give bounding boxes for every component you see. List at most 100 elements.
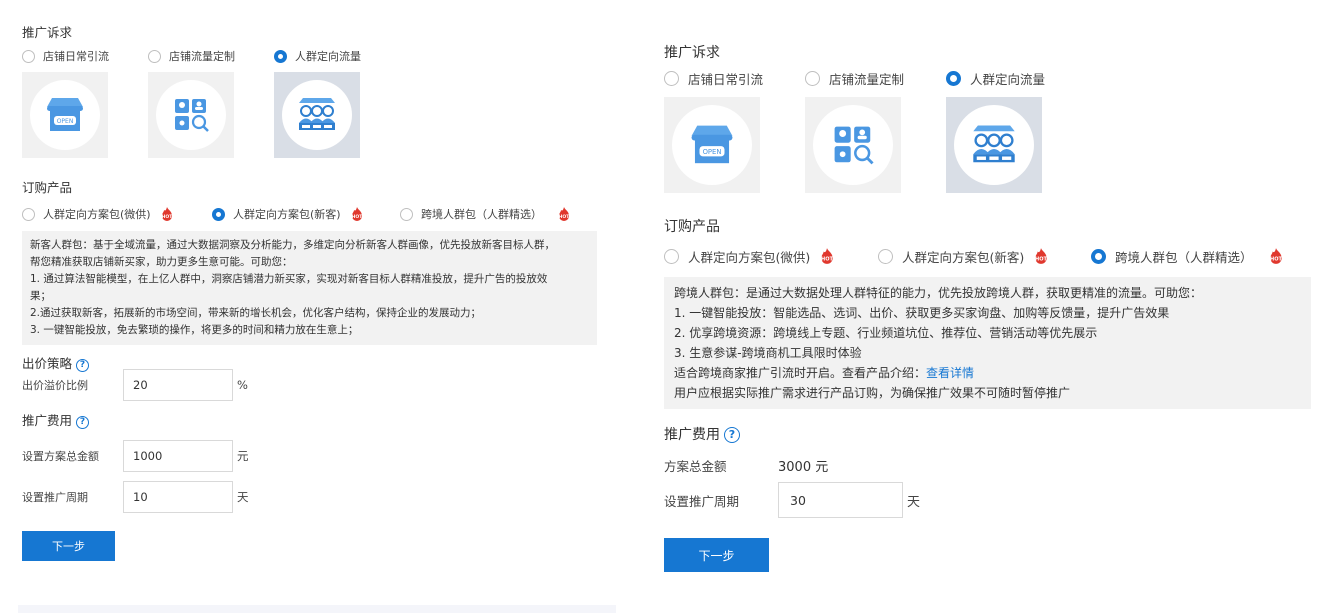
period-unit: 天 — [907, 494, 921, 510]
product-option-new-customer[interactable]: 人群定向方案包(新客) HOT — [878, 247, 1091, 266]
help-icon[interactable]: ? — [724, 427, 740, 443]
crowd-target-icon — [282, 80, 352, 150]
desc-line: 1. 一键智能投放：智能选品、选词、出价、获取更多买家询盘、加购等反馈量，提升广… — [674, 306, 1170, 320]
promo-option-crowd-traffic[interactable]: 人群定向流量 — [946, 69, 1045, 88]
crowd-target-card[interactable] — [274, 72, 360, 158]
svg-text:HOT: HOT — [821, 257, 834, 263]
radio-icon[interactable] — [664, 248, 679, 264]
fee-label: 推广费用 — [664, 427, 720, 443]
bid-strategy-label: 出价策略 — [22, 356, 73, 371]
crowd-target-card[interactable] — [946, 97, 1042, 193]
promo-option-daily-traffic[interactable]: 店铺日常引流 — [22, 48, 148, 64]
promo-goal-cards: OPEN — [664, 97, 1312, 193]
period-unit: 天 — [237, 490, 249, 504]
storefront-icon: OPEN — [30, 80, 100, 150]
product-option-new-customer[interactable]: 人群定向方案包(新客) HOT — [212, 206, 400, 222]
radio-checked-icon[interactable] — [274, 49, 287, 63]
svg-text:HOT: HOT — [161, 214, 173, 220]
bid-premium-unit: % — [237, 378, 248, 392]
promo-goal-options: 店铺日常引流 店铺流量定制 人群定向流量 — [22, 48, 597, 64]
product-option-crossborder[interactable]: 跨境人群包（人群精选） HOT — [1091, 247, 1285, 266]
product-option-crossborder[interactable]: 跨境人群包（人群精选） HOT — [400, 206, 572, 222]
storefront-card[interactable]: OPEN — [22, 72, 108, 158]
hot-badge-icon: HOT — [818, 247, 836, 265]
promo-option-crowd-traffic[interactable]: 人群定向流量 — [274, 48, 361, 64]
traffic-custom-card[interactable] — [148, 72, 234, 158]
period-field: 设置推广周期 10 天 — [22, 481, 597, 513]
svg-text:HOT: HOT — [559, 214, 571, 220]
total-amount-input[interactable]: 1000 — [123, 440, 233, 472]
view-details-link[interactable]: 查看详情 — [926, 366, 974, 380]
desc-line: 2. 优享跨境资源：跨境线上专题、行业频道坑位、推荐位、营销活动等优先展示 — [674, 326, 1098, 340]
traffic-custom-icon — [156, 80, 226, 150]
promo-option-label: 店铺流量定制 — [829, 71, 905, 87]
next-step-button[interactable]: 下一步 — [664, 538, 769, 572]
product-description: 新客人群包：基于全域流量，通过大数据洞察及分析能力，多维定向分析新客人群画像，优… — [22, 231, 597, 345]
radio-icon[interactable] — [878, 248, 893, 264]
promo-option-label: 人群定向流量 — [295, 50, 361, 63]
bottom-divider — [18, 605, 616, 613]
radio-checked-icon[interactable] — [212, 207, 225, 221]
period-label: 设置推广周期 — [664, 493, 740, 509]
radio-checked-icon[interactable] — [946, 70, 961, 86]
promo-option-custom-traffic[interactable]: 店铺流量定制 — [148, 48, 274, 64]
product-description: 跨境人群包：是通过大数据处理人群特征的能力，优先投放跨境人群，获取更精准的流量。… — [664, 277, 1311, 409]
radio-icon[interactable] — [664, 70, 679, 86]
promo-goal-cards: OPEN — [22, 72, 597, 158]
total-amount-label: 设置方案总金额 — [22, 450, 99, 463]
svg-text:HOT: HOT — [351, 214, 363, 220]
period-input[interactable]: 30 — [778, 482, 903, 518]
promo-goal-options: 店铺日常引流 店铺流量定制 人群定向流量 — [664, 69, 1312, 87]
promo-option-custom-traffic[interactable]: 店铺流量定制 — [805, 69, 946, 88]
radio-icon[interactable] — [22, 49, 35, 63]
hot-badge-icon: HOT — [1032, 247, 1050, 265]
total-amount-field: 设置方案总金额 1000 元 — [22, 440, 597, 472]
total-amount-field: 方案总金额 3000 元 — [664, 453, 1312, 477]
fee-label: 推广费用 — [22, 413, 73, 428]
bid-premium-input[interactable]: 20 — [123, 369, 233, 401]
promo-goal-title: 推广诉求 — [664, 45, 720, 61]
storefront-card[interactable]: OPEN — [664, 97, 760, 193]
desc-line: 新客人群包：基于全域流量，通过大数据洞察及分析能力，多维定向分析新客人群画像，优… — [30, 239, 555, 251]
hot-badge-icon: HOT — [556, 206, 572, 222]
svg-text:HOT: HOT — [1035, 257, 1048, 263]
radio-checked-icon[interactable] — [1091, 248, 1106, 264]
promo-option-label: 店铺流量定制 — [169, 50, 235, 63]
help-icon[interactable]: ? — [76, 359, 90, 372]
promo-option-label: 人群定向流量 — [970, 71, 1046, 87]
period-field: 设置推广周期 30 天 — [664, 482, 1312, 518]
help-icon[interactable]: ? — [76, 416, 90, 429]
total-amount-unit: 元 — [237, 449, 249, 463]
product-option-label: 人群定向方案包(微供) — [688, 249, 811, 265]
product-option-weigong[interactable]: 人群定向方案包(微供) HOT — [22, 206, 212, 222]
radio-icon[interactable] — [400, 207, 413, 221]
desc-line: 适合跨境商家推广引流时开启。查看产品介绍：查看详情 — [674, 363, 1301, 383]
product-option-weigong[interactable]: 人群定向方案包(微供) HOT — [664, 247, 878, 266]
radio-icon[interactable] — [148, 49, 161, 63]
promo-option-daily-traffic[interactable]: 店铺日常引流 — [664, 69, 805, 88]
product-title: 订购产品 — [664, 219, 720, 235]
desc-line: 果； — [30, 290, 51, 302]
fee-title: 推广费用? — [664, 425, 1312, 445]
product-option-label: 跨境人群包（人群精选） — [421, 208, 542, 221]
fee-title: 推广费用? — [22, 412, 597, 430]
radio-icon[interactable] — [805, 70, 820, 86]
product-option-label: 跨境人群包（人群精选） — [1115, 249, 1253, 265]
storefront-icon: OPEN — [672, 105, 752, 185]
product-option-label: 人群定向方案包(新客) — [902, 249, 1025, 265]
promo-option-label: 店铺日常引流 — [43, 50, 109, 63]
left-form-panel: 推广诉求 店铺日常引流 店铺流量定制 人群定向流量 OPEN 订购产品 人群定向… — [22, 24, 597, 561]
next-step-button[interactable]: 下一步 — [22, 531, 115, 561]
period-label: 设置推广周期 — [22, 491, 88, 504]
period-input[interactable]: 10 — [123, 481, 233, 513]
right-form-panel: 推广诉求 店铺日常引流 店铺流量定制 人群定向流量 OPEN 订购产品 人群定向… — [664, 43, 1312, 572]
promo-option-label: 店铺日常引流 — [688, 71, 764, 87]
total-amount-value: 3000 元 — [778, 459, 829, 475]
hot-badge-icon: HOT — [159, 206, 175, 222]
radio-icon[interactable] — [22, 207, 35, 221]
traffic-custom-card[interactable] — [805, 97, 901, 193]
desc-line: 1. 通过算法智能模型，在上亿人群中，洞察店铺潜力新买家，实现对新客目标人群精准… — [30, 273, 548, 285]
desc-line: 3. 一键智能投放，免去繁琐的操作，将更多的时间和精力放在生意上； — [30, 324, 359, 336]
desc-line: 用户应根据实际推广需求进行产品订购，为确保推广效果不可随时暂停推广 — [674, 386, 1071, 400]
product-option-label: 人群定向方案包(新客) — [233, 208, 341, 221]
